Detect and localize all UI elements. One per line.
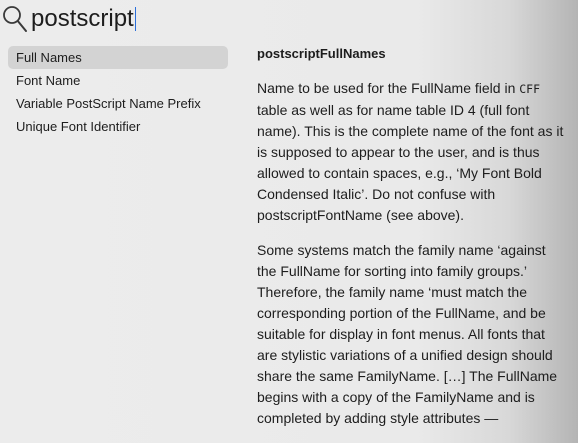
paragraph-text: Name to be used for the FullName field i… bbox=[257, 80, 520, 96]
search-bar bbox=[0, 0, 578, 38]
detail-pane: postscriptFullNames Name to be used for … bbox=[257, 45, 569, 443]
search-input[interactable] bbox=[31, 3, 431, 35]
text-caret bbox=[134, 7, 137, 31]
search-icon bbox=[3, 6, 27, 32]
sidebar-item-label: Variable PostScript Name Prefix bbox=[16, 96, 201, 111]
sidebar-item-label: Full Names bbox=[16, 50, 82, 65]
sidebar-item-unique-font-identifier[interactable]: Unique Font Identifier bbox=[8, 115, 228, 138]
detail-paragraph-1: Name to be used for the FullName field i… bbox=[257, 78, 569, 226]
sidebar-item-variable-postscript-name-prefix[interactable]: Variable PostScript Name Prefix bbox=[8, 92, 228, 115]
detail-paragraph-2: Some systems match the family name ‘agai… bbox=[257, 242, 558, 426]
detail-title: postscriptFullNames bbox=[257, 46, 386, 61]
results-sidebar: Full Names Font Name Variable PostScript… bbox=[8, 46, 228, 138]
sidebar-item-label: Unique Font Identifier bbox=[16, 119, 141, 134]
sidebar-item-label: Font Name bbox=[16, 73, 81, 88]
sidebar-item-font-name[interactable]: Font Name bbox=[8, 69, 228, 92]
paragraph-text: table as well as for name table ID 4 (fu… bbox=[257, 102, 564, 223]
sidebar-item-full-names[interactable]: Full Names bbox=[8, 46, 228, 69]
code-term: CFF bbox=[519, 82, 541, 96]
